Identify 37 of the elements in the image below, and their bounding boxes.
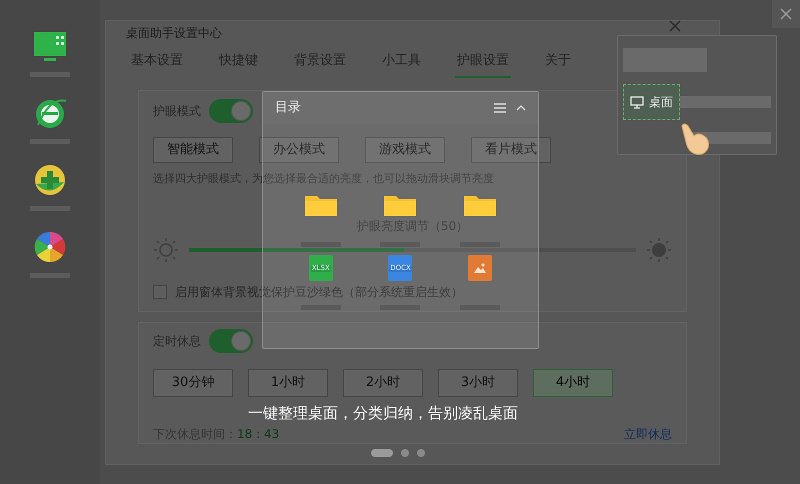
label-placeholder-bar xyxy=(300,242,341,247)
close-icon[interactable] xyxy=(669,20,681,32)
sun-face-icon xyxy=(646,237,672,263)
close-icon xyxy=(780,8,792,20)
menu-icon[interactable] xyxy=(494,103,506,113)
mode-button[interactable]: 看片模式 xyxy=(471,136,551,162)
dialog-title: 桌面助手设置中心 xyxy=(126,25,222,42)
chevron-up-icon[interactable] xyxy=(516,105,526,111)
duration-button[interactable]: 30分钟 xyxy=(153,368,233,396)
folder-icon[interactable] xyxy=(384,194,416,216)
label-placeholder-bar xyxy=(380,242,420,247)
monitor-icon[interactable] xyxy=(32,30,68,64)
duration-button[interactable]: 4小时 xyxy=(533,368,613,396)
panel-title: 目录 xyxy=(275,99,301,118)
monitor-icon xyxy=(630,96,644,108)
rest-now-link[interactable]: 立即休息 xyxy=(624,424,672,442)
pointing-hand-icon xyxy=(680,122,712,156)
close-button[interactable] xyxy=(772,0,800,28)
next-rest-time: 18 : 43 xyxy=(237,426,280,442)
duration-button[interactable]: 3小时 xyxy=(438,368,518,396)
duration-button[interactable]: 1小时 xyxy=(248,368,328,396)
sun-icon xyxy=(153,237,179,263)
mode-button[interactable]: 游戏模式 xyxy=(365,136,445,162)
pinwheel-icon[interactable] xyxy=(32,229,68,265)
toggle-switch[interactable] xyxy=(209,328,253,352)
caption-text: 一键整理桌面，分类归纳，告别凌乱桌面 xyxy=(248,403,518,424)
brightness-slider[interactable] xyxy=(189,248,636,252)
desktop-chip[interactable]: 桌面 xyxy=(623,84,680,120)
checkbox[interactable] xyxy=(153,285,167,299)
toggle-switch[interactable] xyxy=(209,98,253,122)
plus-icon[interactable] xyxy=(32,162,68,198)
picture-icon xyxy=(474,263,486,273)
duration-button[interactable]: 2小时 xyxy=(343,368,423,396)
mode-button[interactable]: 智能模式 xyxy=(153,136,233,162)
folder-icon[interactable] xyxy=(464,194,496,216)
mode-button[interactable]: 办公模式 xyxy=(259,136,339,162)
file-icon[interactable] xyxy=(468,255,492,281)
